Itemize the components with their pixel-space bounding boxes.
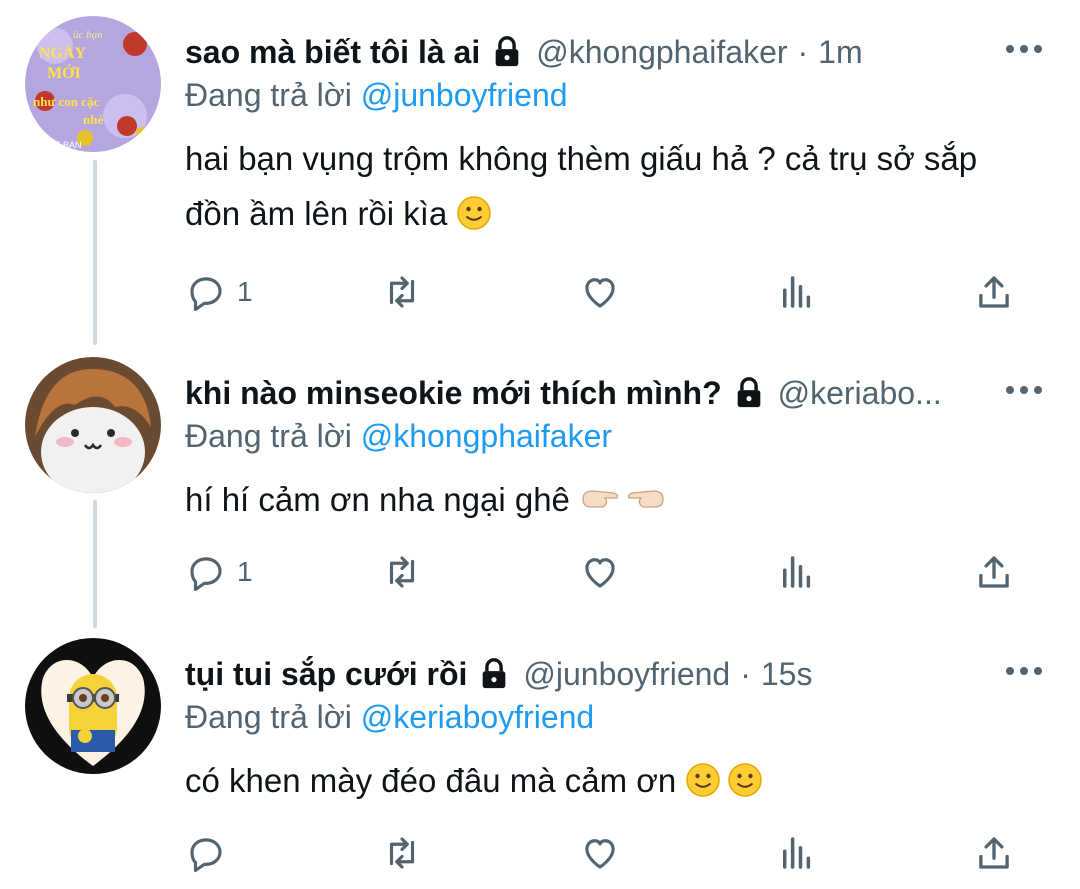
lock-icon (495, 36, 519, 67)
views-icon (783, 837, 811, 869)
svg-text:như con cặc: như con cặc (33, 94, 100, 109)
display-name[interactable]: khi nào minseokie mới thích mình? (185, 375, 722, 412)
tweet-text: hí hí cảm ơn nha ngại ghê (185, 472, 1005, 527)
reply-mention[interactable]: @khongphaifaker (361, 418, 612, 454)
tweet-actions (185, 829, 1045, 877)
reply-icon (190, 557, 222, 592)
lock-icon (737, 377, 760, 408)
tweet[interactable]: khi nào minseokie mới thích mình? @keria… (0, 341, 1080, 621)
avatar[interactable] (25, 357, 161, 493)
reply-button[interactable]: 1 (185, 268, 253, 316)
svg-text:ME BAN: ME BAN (47, 140, 82, 150)
smile-emoji-icon (686, 763, 721, 797)
avatar[interactable] (25, 638, 161, 774)
display-name[interactable]: tụi tui sắp cưới rồi (185, 656, 467, 693)
retweet-icon (389, 276, 415, 308)
timestamp[interactable]: 15s (761, 656, 813, 693)
lock-icon (483, 658, 506, 689)
retweet-button[interactable] (381, 548, 423, 596)
separator: · (740, 655, 751, 692)
reply-mention[interactable]: @junboyfriend (361, 77, 568, 113)
views-button[interactable] (776, 548, 818, 596)
views-icon (783, 556, 811, 588)
like-button[interactable] (579, 548, 621, 596)
handle[interactable]: @keriabo... (778, 375, 942, 412)
more-icon[interactable] (1004, 39, 1044, 59)
separator: · (797, 33, 809, 70)
pointing-fingers-icon (582, 490, 664, 508)
reply-count: 1 (237, 276, 253, 307)
reply-icon (190, 277, 222, 312)
share-icon (979, 556, 1009, 588)
retweet-icon (389, 837, 415, 869)
handle[interactable]: @junboyfriend (523, 656, 730, 693)
smile-emoji-icon (728, 763, 763, 797)
reply-button[interactable]: 1 (185, 548, 253, 596)
tweet-actions: 1 (185, 548, 1045, 596)
views-icon (783, 276, 811, 308)
reply-icon (190, 838, 222, 873)
svg-text:nhé: nhé (83, 112, 103, 127)
smile-emoji-icon (457, 196, 492, 230)
views-button[interactable] (776, 829, 818, 877)
share-icon (979, 276, 1009, 308)
svg-text:NGÀY: NGÀY (39, 43, 87, 62)
tweet-header: sao mà biết tôi là ai @khongphaifaker · … (185, 27, 995, 77)
share-button[interactable] (973, 829, 1015, 877)
timestamp[interactable]: 1m (818, 34, 862, 71)
like-icon (585, 278, 615, 308)
reply-mention[interactable]: @keriaboyfriend (361, 699, 594, 735)
display-name[interactable]: sao mà biết tôi là ai (185, 34, 480, 71)
more-icon[interactable] (1004, 380, 1044, 400)
views-button[interactable] (776, 268, 818, 316)
share-icon (979, 837, 1009, 869)
tweet-header: khi nào minseokie mới thích mình? @keria… (185, 368, 995, 418)
avatar[interactable]: úc bạn NGÀY MỚI như con cặc nhé ME BAN (25, 16, 161, 152)
more-icon[interactable] (1004, 661, 1044, 681)
replying-to: Đang trả lời @junboyfriend (185, 77, 568, 113)
replying-to: Đang trả lời @keriaboyfriend (185, 699, 595, 735)
like-button[interactable] (579, 268, 621, 316)
tweet-text: hai bạn vụng trộm không thèm giấu hả ? c… (185, 140, 978, 232)
retweet-button[interactable] (381, 268, 423, 316)
retweet-icon (389, 556, 415, 588)
handle[interactable]: @khongphaifaker (536, 34, 787, 71)
reply-count: 1 (237, 556, 253, 587)
reply-button[interactable] (185, 829, 237, 877)
like-button[interactable] (579, 829, 621, 877)
share-button[interactable] (973, 548, 1015, 596)
tweet[interactable]: úc bạn NGÀY MỚI như con cặc nhé ME BAN s… (0, 0, 1080, 340)
share-button[interactable] (973, 268, 1015, 316)
tweet-header: tụi tui sắp cưới rồi @junboyfriend · 15s (185, 649, 995, 699)
svg-text:MỚI: MỚI (47, 63, 81, 82)
tweet-text: có khen mày đéo đâu mà cảm ơn (185, 753, 1005, 808)
tweet-actions: 1 (185, 268, 1045, 316)
retweet-button[interactable] (381, 829, 423, 877)
like-icon (585, 558, 615, 588)
tweet[interactable]: tụi tui sắp cưới rồi @junboyfriend · 15s… (0, 622, 1080, 889)
like-icon (585, 839, 615, 869)
replying-to: Đang trả lời @khongphaifaker (185, 418, 613, 454)
svg-text:úc bạn: úc bạn (73, 29, 103, 41)
